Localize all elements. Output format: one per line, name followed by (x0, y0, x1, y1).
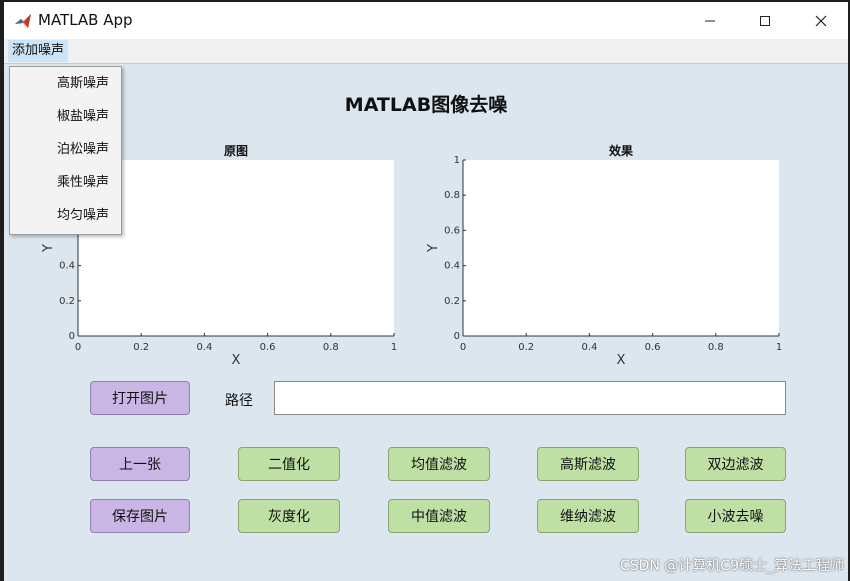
menu-item-poisson-noise[interactable]: 泊松噪声 (10, 133, 121, 166)
right-x-tick-label: 1 (776, 342, 782, 353)
path-label: 路径 (225, 393, 253, 409)
gaussian-filter-button[interactable]: 高斯滤波 (537, 447, 639, 481)
right-y-tick-label: 0.2 (444, 296, 460, 307)
bilateral-filter-button[interactable]: 双边滤波 (685, 447, 786, 481)
right-x-tick-label: 0 (460, 342, 466, 353)
right-x-tick-label: 0.6 (645, 342, 661, 353)
wavelet-denoise-button[interactable]: 小波去噪 (685, 499, 786, 533)
right-x-axis-label: X (617, 353, 626, 368)
right-y-tick-label: 0.4 (444, 261, 460, 272)
right-x-tick-label: 0.4 (581, 342, 597, 353)
app-window: MATLAB App 添加噪声 高斯噪声 椒盐噪声 泊松噪声 乘性噪声 均匀噪声… (4, 2, 848, 581)
binarize-button[interactable]: 二值化 (238, 447, 340, 481)
right-x-tick-label: 0.8 (708, 342, 724, 353)
right-y-tick-label: 0.6 (444, 225, 460, 236)
right-x-tick-label: 0.2 (518, 342, 534, 353)
right-y-axis-label: Y (426, 244, 441, 253)
right-axes-frame: 0 0.2 0.4 0.6 0.8 1 0 0.2 0.4 0.6 0.8 1 X Y (426, 155, 782, 368)
menu-item-uniform-noise[interactable]: 均匀噪声 (10, 199, 121, 232)
wiener-filter-button[interactable]: 维纳滤波 (537, 499, 639, 533)
watermark: CSDN @计算机C9硕士_算法工程师 (619, 558, 844, 574)
menu-item-multiplicative-noise[interactable]: 乘性噪声 (10, 166, 121, 199)
right-y-tick-label: 0 (454, 331, 460, 342)
right-y-tick-label: 0.8 (444, 190, 460, 201)
path-input[interactable] (274, 381, 786, 415)
menu-item-salt-pepper-noise[interactable]: 椒盐噪声 (10, 100, 121, 133)
right-y-tick-label: 1 (454, 155, 460, 166)
grayscale-button[interactable]: 灰度化 (238, 499, 340, 533)
menu-item-gaussian-noise[interactable]: 高斯噪声 (10, 67, 121, 100)
save-image-button[interactable]: 保存图片 (90, 499, 190, 533)
noise-dropdown-menu: 高斯噪声 椒盐噪声 泊松噪声 乘性噪声 均匀噪声 (9, 66, 122, 235)
previous-image-button[interactable]: 上一张 (90, 447, 190, 481)
median-filter-button[interactable]: 中值滤波 (388, 499, 490, 533)
mean-filter-button[interactable]: 均值滤波 (388, 447, 490, 481)
open-image-button[interactable]: 打开图片 (90, 381, 190, 415)
